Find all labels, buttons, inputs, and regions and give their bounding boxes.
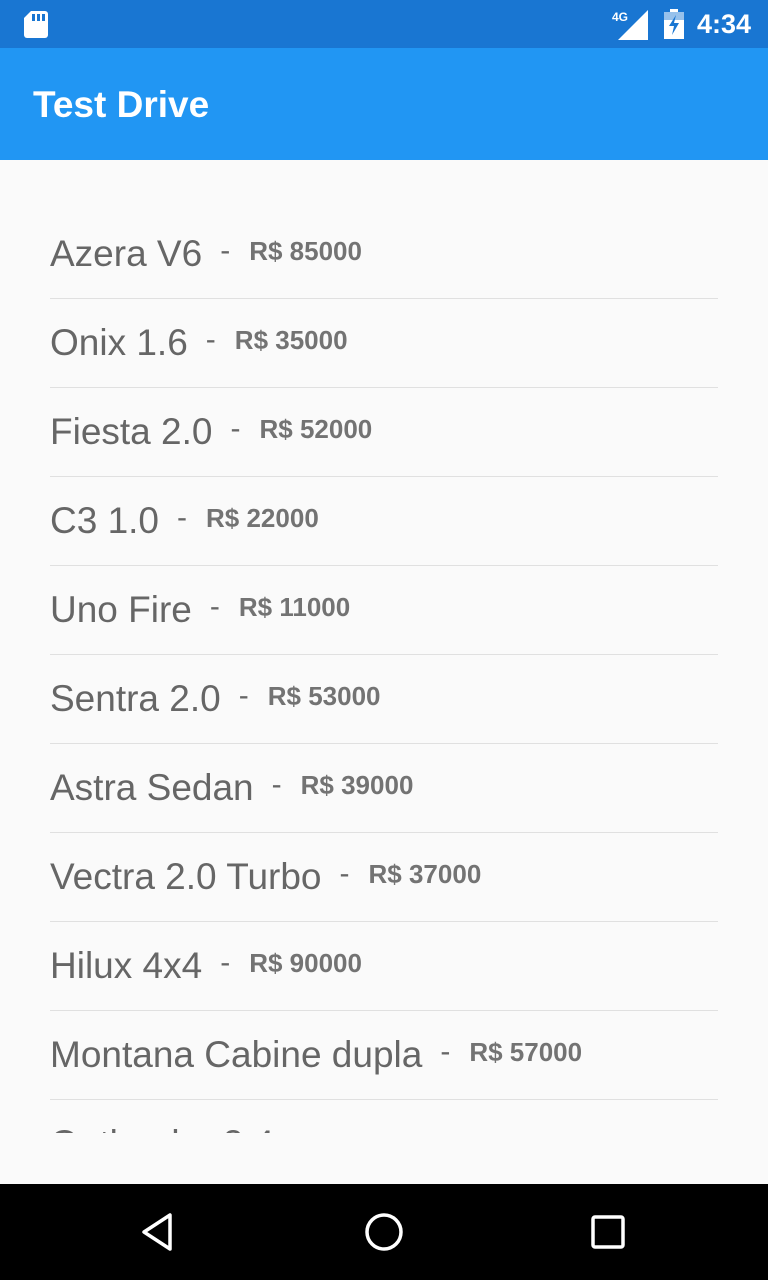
back-icon: [142, 1213, 172, 1251]
list-item[interactable]: Vectra 2.0 Turbo - R$ 37000: [50, 833, 718, 922]
car-name: Fiesta 2.0: [50, 411, 213, 452]
separator: -: [339, 857, 350, 890]
list-item[interactable]: Fiesta 2.0 - R$ 52000: [50, 388, 718, 477]
car-name: Hilux 4x4: [50, 945, 203, 986]
status-time: 4:34: [696, 9, 751, 39]
separator: -: [230, 412, 241, 445]
home-icon: [365, 1213, 403, 1251]
sd-card-icon: [24, 11, 48, 38]
car-list[interactable]: Azera V6 - R$ 85000 Onix 1.6 - R$ 35000 …: [50, 210, 718, 1133]
battery-charging-icon: [664, 9, 684, 39]
car-list-viewport[interactable]: Azera V6 - R$ 85000 Onix 1.6 - R$ 35000 …: [0, 160, 768, 1133]
separator: -: [209, 590, 220, 623]
list-item[interactable]: Montana Cabine dupla - R$ 57000: [50, 1011, 718, 1100]
home-button[interactable]: [360, 1208, 408, 1256]
recents-icon: [591, 1215, 625, 1249]
car-name: Sentra 2.0: [50, 678, 221, 719]
app-bar: Test Drive: [0, 48, 768, 160]
car-name: Azera V6: [50, 233, 203, 274]
car-name: Montana Cabine dupla: [50, 1034, 423, 1075]
separator: -: [292, 1124, 302, 1133]
svg-text:4G: 4G: [612, 10, 628, 24]
car-name: Vectra 2.0 Turbo: [50, 856, 322, 897]
navigation-bar: [0, 1184, 768, 1280]
car-price: R$ 11000: [238, 591, 351, 622]
recents-button[interactable]: [584, 1208, 632, 1256]
car-name: Onix 1.6: [50, 322, 188, 363]
list-item[interactable]: Hilux 4x4 - R$ 90000: [50, 922, 718, 1011]
car-name: Uno Fire: [50, 589, 192, 630]
list-item[interactable]: Onix 1.6 - R$ 35000: [50, 299, 718, 388]
car-name: Astra Sedan: [50, 767, 254, 808]
separator: -: [177, 501, 188, 534]
list-item[interactable]: Azera V6 - R$ 85000: [50, 210, 718, 299]
car-name: C3 1.0: [50, 500, 160, 541]
list-item[interactable]: C3 1.0 - R$ 22000: [50, 477, 718, 566]
list-item[interactable]: Uno Fire - R$ 11000: [50, 566, 718, 655]
back-button[interactable]: [136, 1208, 184, 1256]
list-item[interactable]: Sentra 2.0 - R$ 53000: [50, 655, 718, 744]
car-price: R$ 85000: [249, 235, 362, 266]
status-bar: 4G 4:34: [0, 0, 768, 48]
separator: -: [220, 234, 231, 267]
car-price: R$ 35000: [234, 324, 348, 355]
separator: -: [440, 1035, 451, 1068]
car-price: R$ 90000: [249, 947, 362, 978]
separator: -: [271, 768, 282, 801]
separator: -: [238, 679, 249, 712]
car-price: R$ 53000: [267, 680, 381, 711]
car-price: R$ 57000: [469, 1036, 583, 1067]
list-item[interactable]: Outlander 2.4 -: [50, 1100, 718, 1133]
app-title: Test Drive: [33, 84, 210, 125]
car-price: R$ 22000: [206, 502, 319, 533]
list-item[interactable]: Astra Sedan - R$ 39000: [50, 744, 718, 833]
separator: -: [220, 946, 231, 979]
signal-4g-icon: 4G: [612, 10, 648, 40]
car-price: R$ 37000: [368, 858, 482, 889]
car-price: R$ 52000: [259, 413, 373, 444]
separator: -: [205, 323, 216, 356]
car-name: Outlander 2.4: [50, 1123, 274, 1133]
car-price: R$ 39000: [300, 769, 414, 800]
